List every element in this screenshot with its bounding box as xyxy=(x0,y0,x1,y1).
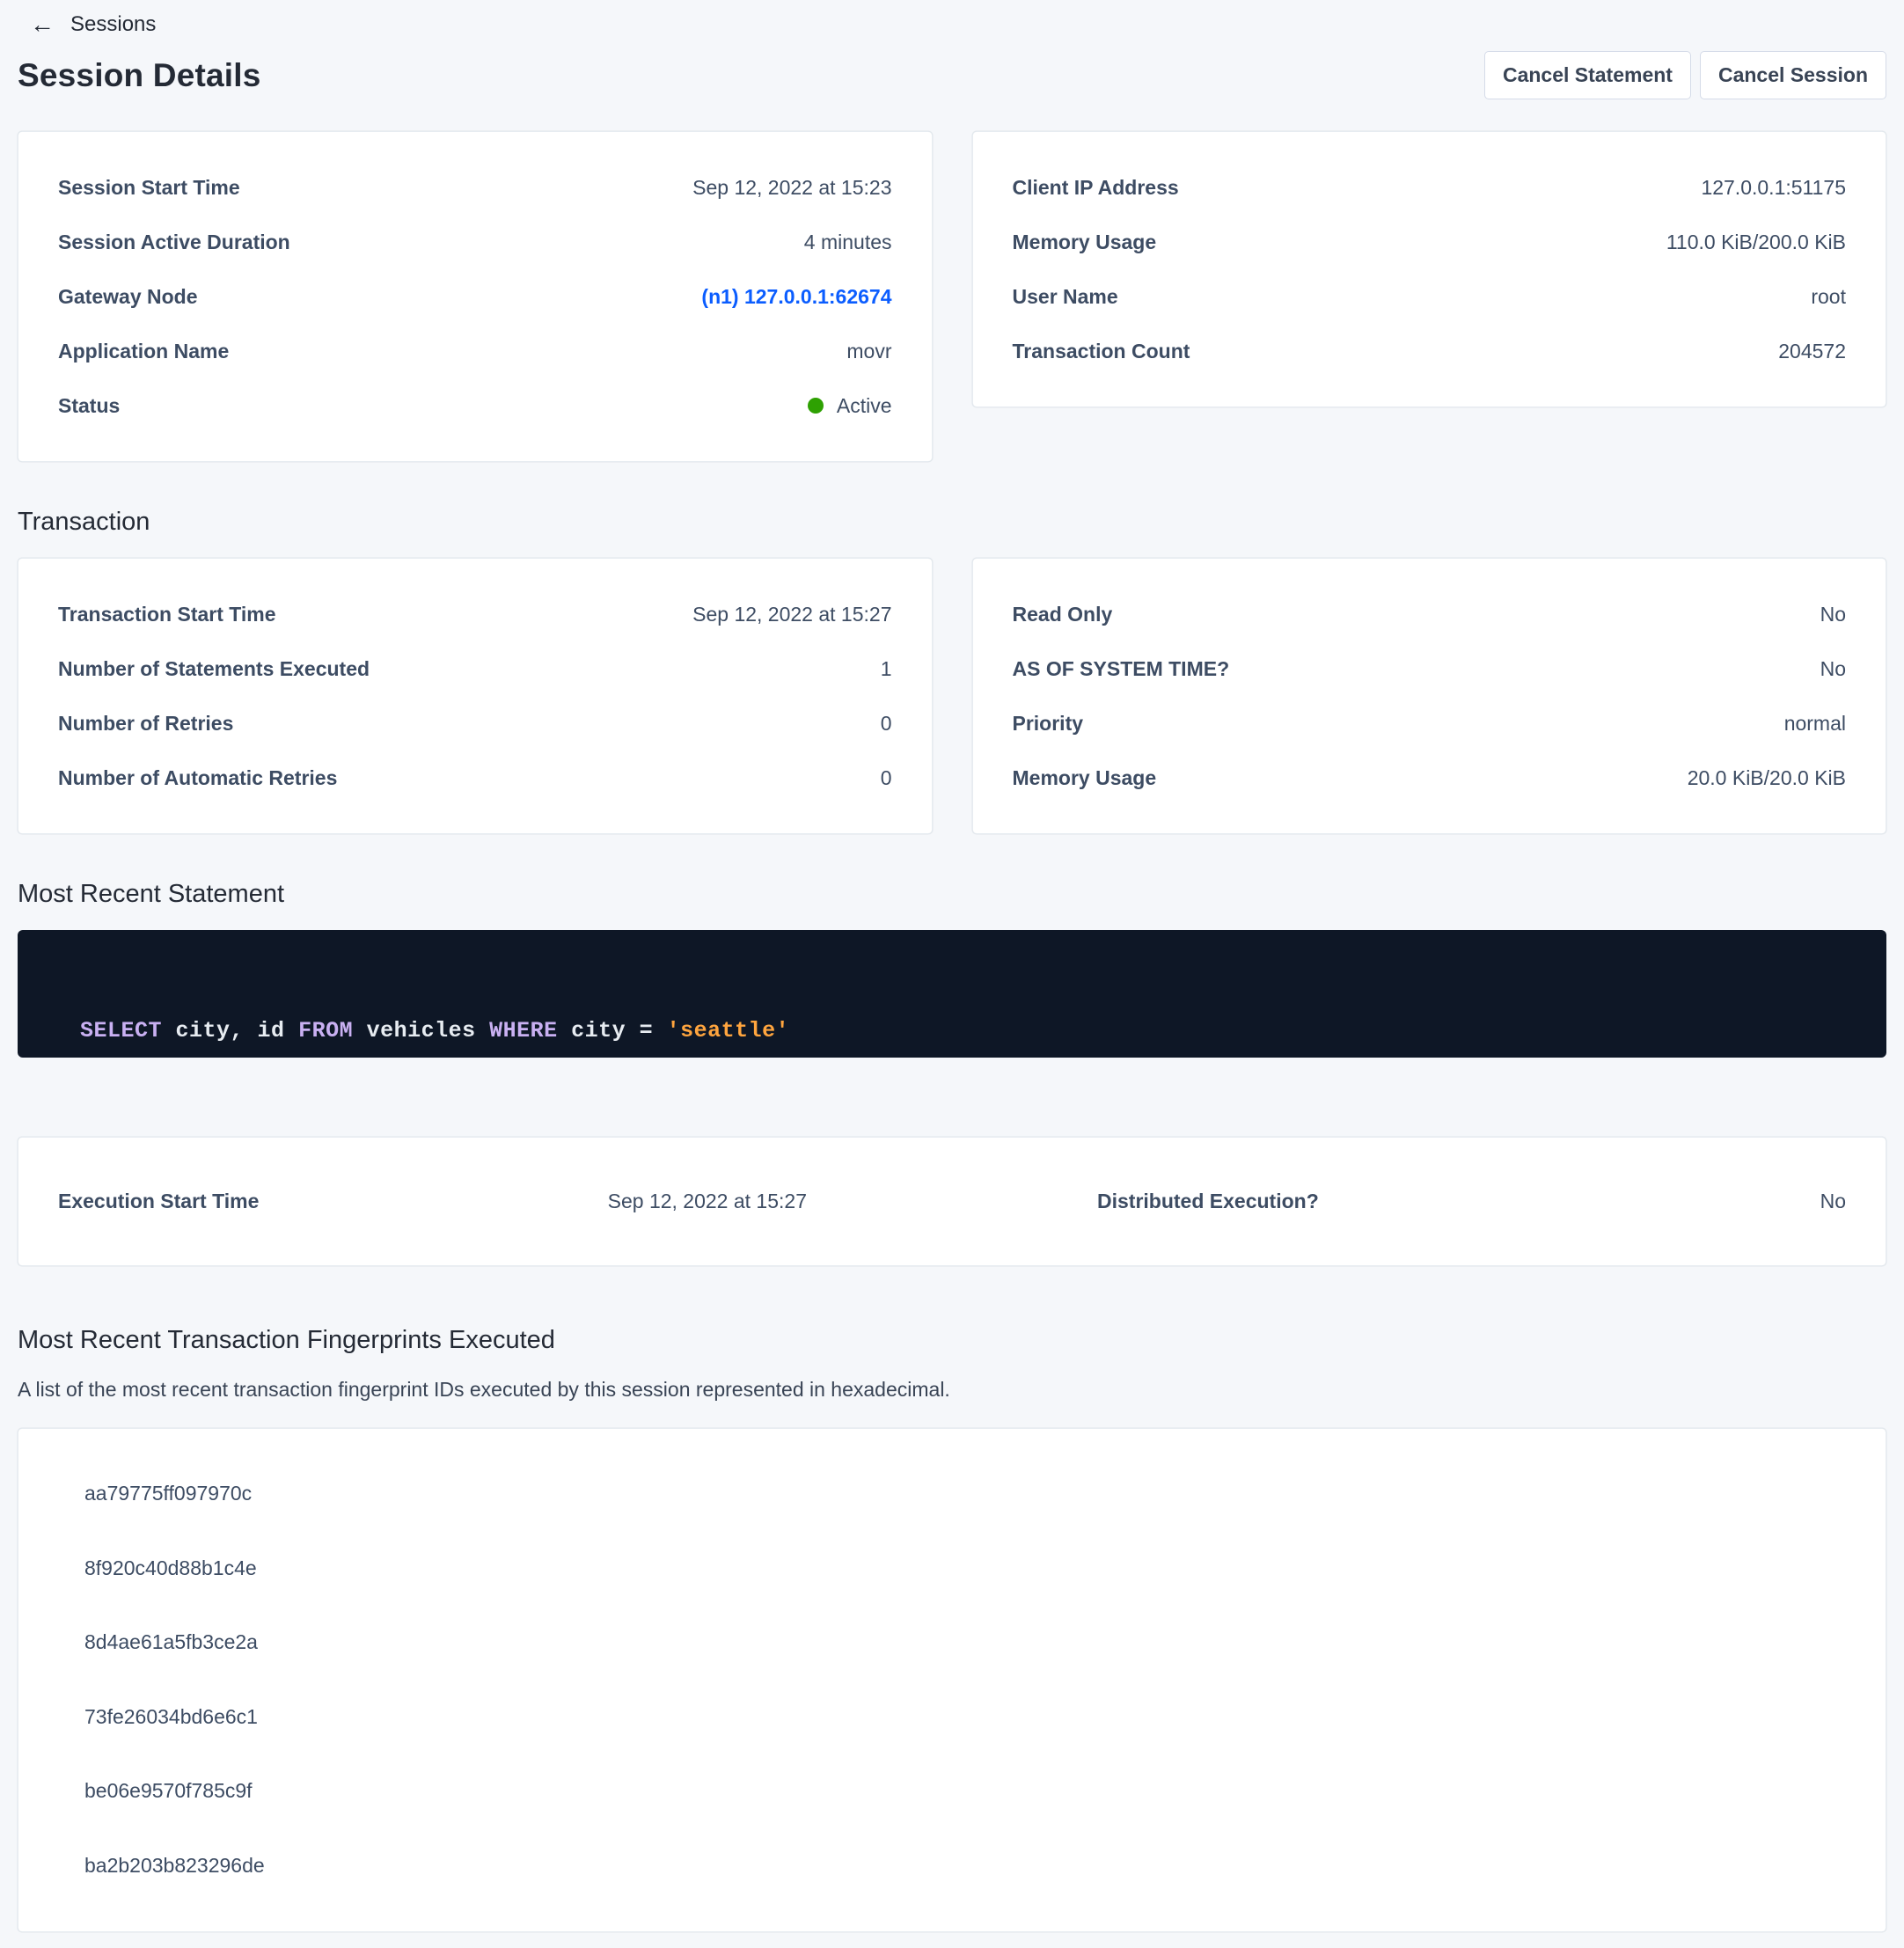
transaction-stats-card: Transaction Start Time Sep 12, 2022 at 1… xyxy=(18,558,933,834)
summary-row-value: Sep 12, 2022 at 15:27 xyxy=(692,603,891,626)
client-details-card: Client IP Address 127.0.0.1:51175 Memory… xyxy=(972,131,1887,407)
sql-token: WHERE xyxy=(489,1018,558,1044)
sql-token: city = xyxy=(558,1018,667,1044)
transaction-cards-row: Transaction Start Time Sep 12, 2022 at 1… xyxy=(18,558,1886,834)
transaction-props-card: Read Only No AS OF SYSTEM TIME? No Prior… xyxy=(972,558,1887,834)
summary-row-value: 204572 xyxy=(1778,340,1846,363)
summary-row-label: Status xyxy=(58,394,120,418)
sql-statement-code: SELECT city, id FROM vehicles WHERE city… xyxy=(53,992,789,1044)
sql-token: FROM xyxy=(298,1018,353,1044)
cancel-statement-button[interactable]: Cancel Statement xyxy=(1484,51,1691,99)
summary-row-label: Session Start Time xyxy=(58,176,240,200)
summary-row: Number of Retries 0 xyxy=(58,696,892,751)
summary-row-value: (n1) 127.0.0.1:62674 xyxy=(701,285,891,309)
cancel-session-button[interactable]: Cancel Session xyxy=(1700,51,1886,99)
summary-row-value: 110.0 KiB/200.0 KiB xyxy=(1666,231,1846,254)
summary-row: Memory Usage 110.0 KiB/200.0 KiB xyxy=(1013,215,1847,269)
summary-row-label: Transaction Start Time xyxy=(58,603,276,626)
statement-section-heading: Most Recent Statement xyxy=(18,880,1886,909)
back-arrow-icon: ← xyxy=(30,12,55,37)
summary-row-label: Memory Usage xyxy=(1013,231,1157,254)
summary-row-label: Application Name xyxy=(58,340,229,363)
summary-row-value: No xyxy=(1820,657,1846,681)
summary-row-label: Number of Statements Executed xyxy=(58,657,370,681)
distributed-execution-label: Distributed Execution? xyxy=(1097,1190,1319,1213)
summary-row: Session Start Time Sep 12, 2022 at 15:23 xyxy=(58,160,892,215)
summary-row-value: Active xyxy=(808,394,892,418)
summary-row-label: Number of Automatic Retries xyxy=(58,766,337,790)
summary-row: Transaction Start Time Sep 12, 2022 at 1… xyxy=(58,587,892,641)
summary-row-value: root xyxy=(1811,285,1846,309)
header-actions: Cancel Statement Cancel Session xyxy=(1484,51,1886,99)
summary-row-label: Number of Retries xyxy=(58,712,233,736)
summary-row-value: 20.0 KiB/20.0 KiB xyxy=(1688,766,1846,790)
fingerprint-id-item: 8d4ae61a5fb3ce2a xyxy=(84,1630,1820,1655)
summary-row-label: Memory Usage xyxy=(1013,766,1157,790)
summary-row-label: Gateway Node xyxy=(58,285,198,309)
summary-row-value: normal xyxy=(1784,712,1846,736)
execution-start-time-value: Sep 12, 2022 at 15:27 xyxy=(608,1190,807,1213)
summary-row-value: 0 xyxy=(881,712,892,736)
sql-token: SELECT xyxy=(80,1018,162,1044)
fingerprint-id-item: be06e9570f785c9f xyxy=(84,1779,1820,1804)
summary-row: Priority normal xyxy=(1013,696,1847,751)
execution-start-time-item: Execution Start Time Sep 12, 2022 at 15:… xyxy=(18,1190,948,1213)
fingerprint-id-item: ba2b203b823296de xyxy=(84,1854,1820,1878)
summary-row: AS OF SYSTEM TIME? No xyxy=(1013,641,1847,696)
session-details-card: Session Start Time Sep 12, 2022 at 15:23… xyxy=(18,131,933,462)
sql-token: city, id xyxy=(162,1018,298,1044)
summary-row: Number of Statements Executed 1 xyxy=(58,641,892,696)
summary-row-value: 127.0.0.1:51175 xyxy=(1701,176,1846,200)
summary-row-value: Sep 12, 2022 at 15:23 xyxy=(692,176,891,200)
page-title: Session Details xyxy=(18,57,261,94)
execution-start-time-label: Execution Start Time xyxy=(58,1190,259,1213)
summary-row: Application Name movr xyxy=(58,324,892,378)
sql-statement-box: SELECT city, id FROM vehicles WHERE city… xyxy=(18,930,1886,1058)
summary-row-label: Priority xyxy=(1013,712,1084,736)
summary-row: Memory Usage 20.0 KiB/20.0 KiB xyxy=(1013,751,1847,805)
fingerprint-id-item: 8f920c40d88b1c4e xyxy=(84,1556,1820,1581)
summary-row: Transaction Count 204572 xyxy=(1013,324,1847,378)
summary-row-value: 4 minutes xyxy=(804,231,892,254)
summary-row: Status Active xyxy=(58,378,892,433)
transaction-section-heading: Transaction xyxy=(18,508,1886,537)
fingerprint-id-item: 73fe26034bd6e6c1 xyxy=(84,1705,1820,1730)
summary-row: User Name root xyxy=(1013,269,1847,324)
summary-row: Session Active Duration 4 minutes xyxy=(58,215,892,269)
sql-token: vehicles xyxy=(353,1018,489,1044)
summary-row-value: movr xyxy=(846,340,891,363)
breadcrumb-back-sessions[interactable]: ← Sessions xyxy=(0,0,156,37)
summary-row: Gateway Node (n1) 127.0.0.1:62674 xyxy=(58,269,892,324)
distributed-execution-item: Distributed Execution? No xyxy=(948,1190,1886,1213)
breadcrumb-label: Sessions xyxy=(70,12,156,37)
summary-row: Number of Automatic Retries 0 xyxy=(58,751,892,805)
execution-summary-card: Execution Start Time Sep 12, 2022 at 15:… xyxy=(18,1137,1886,1266)
summary-row-value: 1 xyxy=(881,657,892,681)
status-active-icon xyxy=(808,398,824,414)
summary-row-label: AS OF SYSTEM TIME? xyxy=(1013,657,1230,681)
fingerprint-id-item: aa79775ff097970c xyxy=(84,1482,1820,1506)
summary-row: Read Only No xyxy=(1013,587,1847,641)
summary-row: Client IP Address 127.0.0.1:51175 xyxy=(1013,160,1847,215)
fingerprints-description: A list of the most recent transaction fi… xyxy=(18,1378,1886,1402)
summary-row-value: No xyxy=(1820,603,1846,626)
fingerprints-section-heading: Most Recent Transaction Fingerprints Exe… xyxy=(18,1326,1886,1355)
summary-row-value: 0 xyxy=(881,766,892,790)
session-summary-row: Session Start Time Sep 12, 2022 at 15:23… xyxy=(18,131,1886,462)
summary-row-label: Client IP Address xyxy=(1013,176,1179,200)
summary-row-label: User Name xyxy=(1013,285,1118,309)
distributed-execution-value: No xyxy=(1820,1190,1846,1213)
summary-row-label: Transaction Count xyxy=(1013,340,1190,363)
page-header: Session Details Cancel Statement Cancel … xyxy=(18,51,1886,99)
fingerprints-card: aa79775ff097970c 8f920c40d88b1c4e 8d4ae6… xyxy=(18,1428,1886,1932)
sql-token: 'seattle' xyxy=(667,1018,790,1044)
summary-row-label: Session Active Duration xyxy=(58,231,290,254)
summary-row-label: Read Only xyxy=(1013,603,1113,626)
